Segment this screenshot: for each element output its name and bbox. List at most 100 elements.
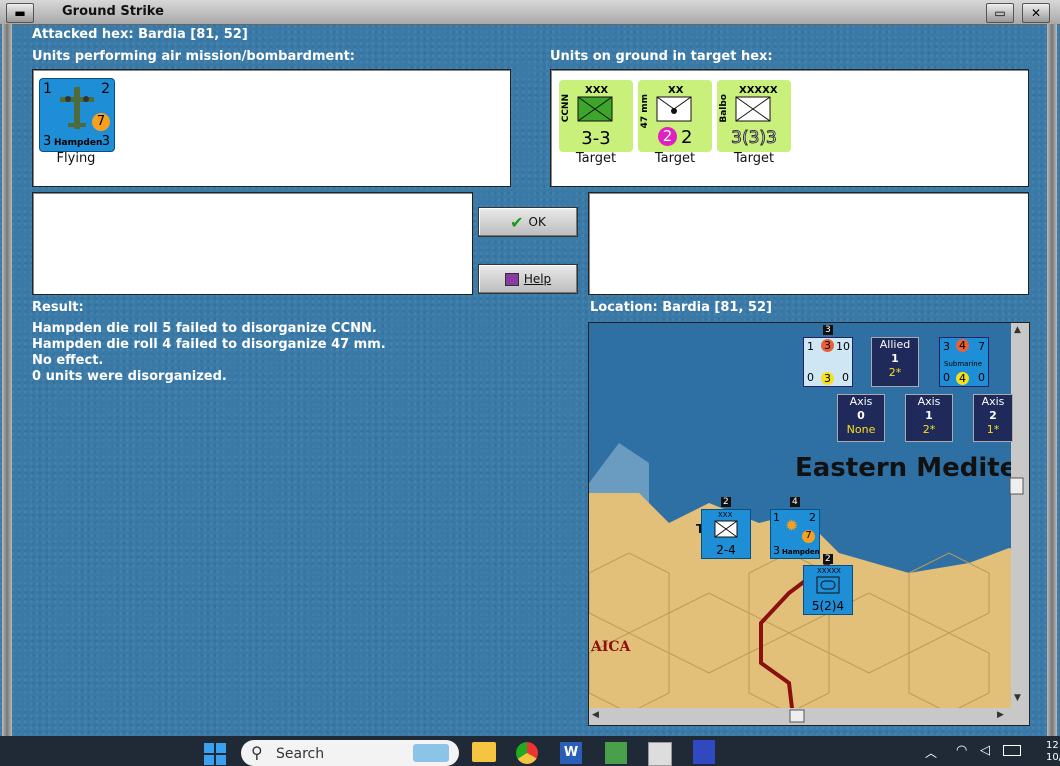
- 47mm-size: XX: [668, 85, 684, 96]
- submarine-counter[interactable]: 3 4 7 Submarine 0 4 0: [939, 337, 989, 387]
- 47mm-name: 47 mm: [640, 94, 650, 129]
- close-button[interactable]: ✕: [1022, 3, 1050, 23]
- volume-icon[interactable]: ◁: [980, 743, 990, 758]
- sheets-app-icon[interactable]: [605, 742, 627, 764]
- chrome-icon[interactable]: [516, 742, 538, 764]
- fleet-top-right: 10: [836, 340, 850, 353]
- map-scroll-up-icon[interactable]: ▲: [1014, 325, 1021, 335]
- balbo-status: Target: [733, 151, 775, 166]
- axis-box-1: Axis 1 2*: [905, 394, 953, 442]
- tray-chevron-icon[interactable]: ︿: [925, 744, 937, 761]
- air-details-panel: [32, 192, 473, 295]
- fleet-badge: 3: [821, 339, 834, 352]
- result-text: Hampden die roll 5 failed to disorganize…: [32, 321, 386, 385]
- allied-box-sub: 2*: [888, 366, 902, 379]
- word-icon[interactable]: W: [560, 742, 582, 764]
- unit-c-stack: 2: [823, 554, 833, 564]
- snipping-tool-icon[interactable]: [648, 742, 672, 766]
- result-line: Hampden die roll 5 failed to disorganize…: [32, 321, 377, 336]
- clock-time: 12: [1046, 740, 1059, 751]
- antitank-symbol-icon: [656, 96, 692, 122]
- fleet-top-left: 1: [807, 340, 814, 353]
- 47mm-status: Target: [654, 151, 696, 166]
- check-icon: ✔: [510, 212, 524, 232]
- game-app-icon[interactable]: [693, 740, 715, 764]
- map-unit-c[interactable]: XXXXX 5(2)4: [803, 565, 853, 615]
- taskbar: W ︿ ◠ ◁ 12 10/2: [0, 736, 1060, 766]
- file-explorer-icon[interactable]: [472, 742, 496, 762]
- ground-unit-47mm[interactable]: XX 47 mm 2 2: [638, 80, 712, 152]
- maximize-button[interactable]: ▭: [986, 3, 1014, 23]
- axis-box-1-value: 1: [925, 409, 933, 422]
- map-scroll-left-icon[interactable]: ◀: [592, 710, 599, 720]
- unit-c-size: XXXXX: [817, 567, 841, 575]
- land-label: AICA: [591, 639, 631, 655]
- axis-box-0-title: Axis: [849, 395, 873, 408]
- attacked-hex-label: Attacked hex: Bardia [81, 52]: [32, 27, 248, 42]
- battery-icon[interactable]: [1003, 745, 1021, 756]
- sub-bottom-right: 0: [978, 371, 985, 384]
- clock[interactable]: 12 10/2: [1046, 740, 1060, 764]
- search-placeholder: Search: [276, 746, 325, 762]
- axis-box-0-sub: None: [846, 423, 876, 436]
- unit-a-size: XXX: [718, 511, 733, 519]
- 47mm-strength: 2: [681, 127, 693, 148]
- axis-box-2-value: 2: [989, 409, 997, 422]
- map-unit-a[interactable]: XXX 2-4: [701, 509, 751, 559]
- location-map[interactable]: 1 3 10 0 3 0 3 Allied 1 2* 3 4 7 Submari…: [588, 322, 1030, 726]
- ok-button[interactable]: ✔ OK: [478, 207, 578, 237]
- ground-strike-window: ▬ Ground Strike ▭ ✕ Attacked hex: Bardia…: [0, 0, 1060, 736]
- unit-a-strength: 2-4: [716, 543, 736, 557]
- air-badge: 7: [92, 113, 110, 131]
- sub-top-right: 7: [978, 340, 985, 353]
- air-right-value: 2: [101, 81, 110, 97]
- balbo-strength: 3(3)3: [731, 128, 778, 149]
- window-title: Ground Strike: [62, 4, 164, 19]
- unit-a-stack: 2: [721, 497, 731, 507]
- axis-box-2-sub: 1*: [986, 423, 1000, 436]
- unit-c-strength: 5(2)4: [811, 599, 845, 613]
- ground-unit-ccnn[interactable]: XXX CCNN 3-3: [559, 80, 633, 152]
- unit-b-badge: 7: [802, 530, 815, 543]
- taskbar-search[interactable]: ⚲ Search: [241, 740, 459, 766]
- ground-units-panel: XXX CCNN 3-3 Target XX 47 mm 2 2 Target …: [550, 69, 1029, 187]
- map-unit-b[interactable]: 1 2 ✹ 7 3 Hampden: [770, 509, 820, 559]
- unit-b-bottom: 3: [773, 544, 780, 557]
- air-bottom-right: 3: [101, 134, 110, 149]
- ccnn-size: XXX: [585, 85, 609, 96]
- fleet-stack-count: 3: [823, 325, 833, 335]
- sub-bottom-badge: 4: [956, 372, 969, 385]
- unit-b-left: 1: [773, 511, 780, 524]
- wifi-icon[interactable]: ◠: [956, 743, 967, 758]
- windows-start-icon[interactable]: [204, 743, 226, 765]
- armor-symbol-icon: [816, 576, 840, 594]
- ground-unit-balbo[interactable]: XXXXX Balbo 3(3)3: [717, 80, 791, 152]
- air-unit-hampden[interactable]: 1 2 7 3 Hampden 3: [39, 78, 115, 152]
- left-frame: [2, 24, 12, 736]
- minimize-button[interactable]: ▬: [6, 3, 34, 23]
- location-label: Location: Bardia [81, 52]: [590, 300, 772, 315]
- allied-box-value: 1: [891, 352, 899, 365]
- axis-box-2: Axis 2 1*: [973, 394, 1013, 442]
- fleet-bottom-badge: 3: [821, 372, 834, 385]
- unit-b-stack: 4: [790, 497, 800, 507]
- axis-box-0-value: 0: [857, 409, 865, 422]
- help-button[interactable]: Help: [478, 264, 578, 294]
- fleet-counter[interactable]: 1 3 10 0 3 0: [803, 337, 853, 387]
- map-scroll-down-icon[interactable]: ▼: [1014, 693, 1021, 703]
- clock-date: 10/2: [1046, 752, 1060, 763]
- right-frame: [1047, 24, 1057, 736]
- air-units-label: Units performing air mission/bombardment…: [32, 49, 356, 64]
- axis-box-2-title: Axis: [981, 395, 1005, 408]
- map-scroll-right-icon[interactable]: ▶: [997, 710, 1004, 720]
- air-bottom-left: 3: [43, 134, 52, 149]
- ccnn-status: Target: [575, 151, 617, 166]
- 47mm-badge: 2: [658, 127, 677, 146]
- air-unit-name: Hampden: [54, 138, 103, 148]
- ok-label: OK: [528, 215, 546, 229]
- fleet-bottom-left: 0: [807, 371, 814, 384]
- search-highlight-icon: [413, 744, 449, 762]
- air-units-panel: 1 2 7 3 Hampden 3 Flying: [32, 69, 511, 187]
- result-line: Hampden die roll 4 failed to disorganize…: [32, 337, 386, 352]
- sub-name: Submarine: [944, 360, 982, 368]
